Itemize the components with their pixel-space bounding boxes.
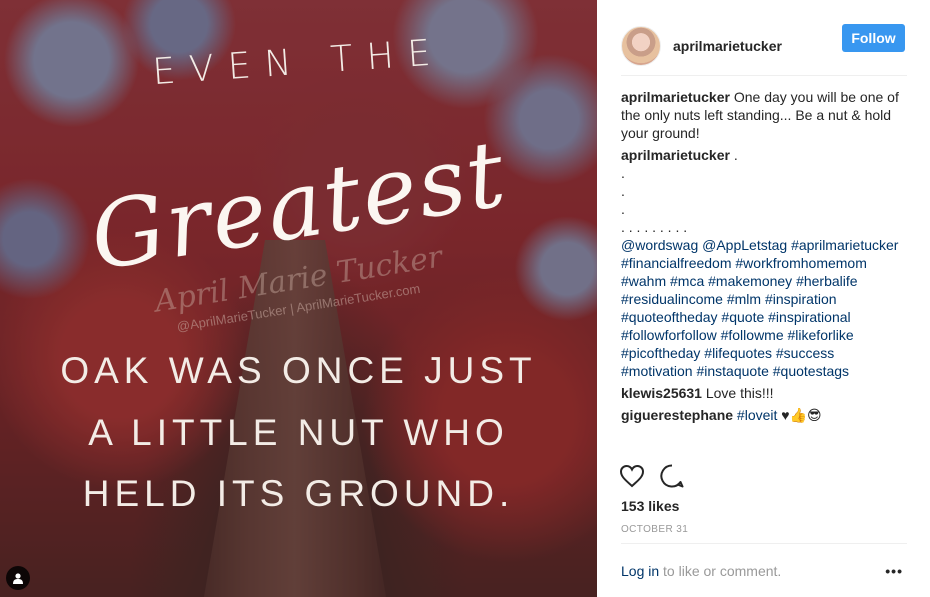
comment-item: klewis25631 Love this!!! [621, 384, 907, 402]
comment-hashtags[interactable]: @wordswag @AppLetstag #aprilmarietucker … [621, 237, 898, 379]
comment-item: giguerestephane #loveit ♥👍😎 [621, 406, 907, 424]
post-header: aprilmarietucker Follow [621, 16, 907, 76]
comment-hashtag[interactable]: #loveit [737, 407, 777, 423]
like-count[interactable]: 153 likes [621, 498, 679, 514]
quote-line-1: OAK WAS ONCE JUST [60, 350, 537, 391]
comment-username[interactable]: klewis25631 [621, 385, 702, 401]
post-side-panel: aprilmarietucker Follow aprilmarietucker… [597, 0, 930, 597]
comment-footer: Log in to like or comment. ••• [621, 543, 907, 597]
user-tag-icon[interactable] [6, 566, 30, 590]
comments-list: aprilmarietucker One day you will be one… [621, 88, 907, 428]
comment-dots-line: . . . . . . . . . [621, 219, 688, 235]
more-options-icon[interactable]: ••• [885, 563, 903, 579]
comment-text: . [729, 147, 738, 163]
comment-dot: . [621, 165, 625, 181]
footer-text: to like or comment. [659, 562, 782, 579]
comment-username[interactable]: giguerestephane [621, 407, 733, 423]
login-link[interactable]: Log in [621, 563, 659, 579]
avatar[interactable] [621, 25, 661, 66]
comment-text: Love this!!! [701, 385, 774, 401]
header-username[interactable]: aprilmarietucker [673, 38, 782, 54]
comment-dot: . [621, 201, 625, 217]
follow-button[interactable]: Follow [842, 24, 905, 52]
heart-icon[interactable] [619, 464, 645, 493]
quote-line-3: HELD ITS GROUND. [82, 473, 515, 514]
comment-icon[interactable] [659, 463, 685, 494]
caption-username[interactable]: aprilmarietucker [621, 89, 730, 105]
comment-item: aprilmarietucker . . . . . . . . . . . .… [621, 146, 907, 380]
comment-username[interactable]: aprilmarietucker [621, 147, 730, 163]
comment-dot: . [621, 183, 625, 199]
post-image[interactable]: EVEN THE Greatest April Marie Tucker @Ap… [0, 0, 597, 597]
quote-line-2: A LITTLE NUT WHO [88, 412, 509, 453]
caption: aprilmarietucker One day you will be one… [621, 88, 907, 142]
comment-emoji: ♥👍😎 [777, 407, 822, 423]
post-date: OCTOBER 31 [621, 524, 689, 535]
action-bar [619, 463, 685, 494]
